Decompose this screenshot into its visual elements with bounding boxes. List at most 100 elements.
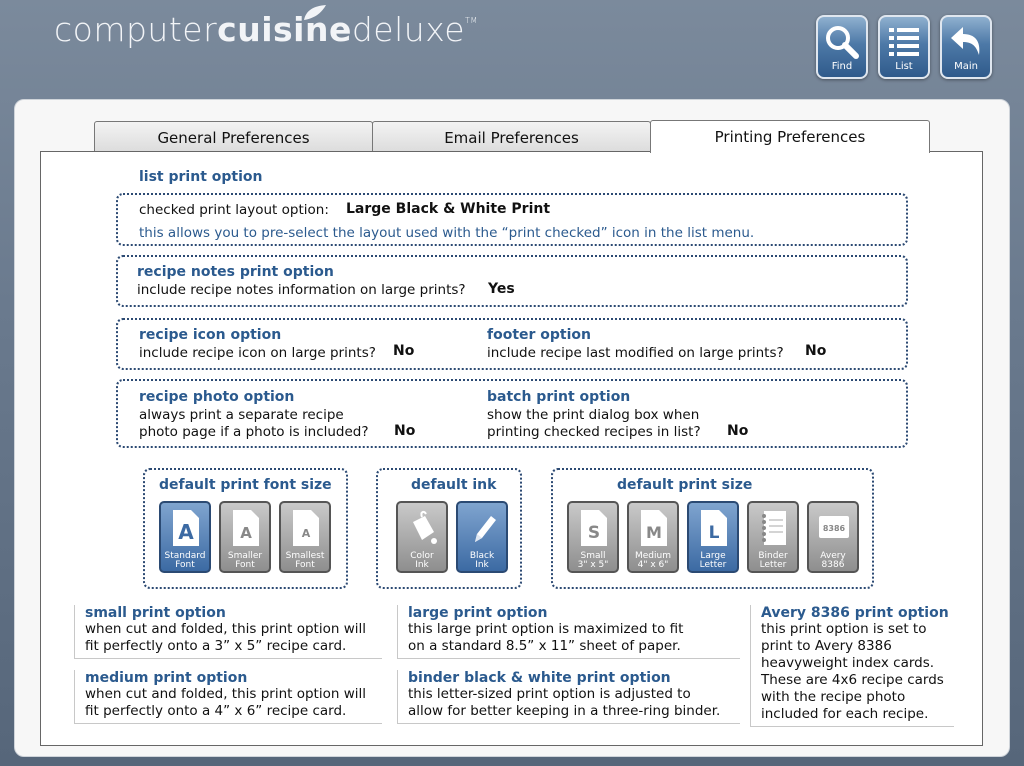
large-print-description-line: this large print option is maximized to … [408, 621, 684, 637]
black-ink-button[interactable]: Black Ink [456, 501, 508, 573]
medium-print-description-title: medium print option [85, 670, 248, 686]
checked-layout-value[interactable]: Large Black & White Print [346, 201, 550, 217]
avery-print-description-line: These are 4x6 recipe cards [761, 672, 944, 688]
black-ink-label2: Ink [475, 560, 489, 570]
recipe-notes-option-box: recipe notes print option include recipe… [116, 255, 908, 307]
binder-print-description-line: allow for better keeping in a three-ring… [408, 703, 721, 719]
avery-print-description-line: with the recipe photo [761, 689, 906, 705]
color-ink-label2: Ink [415, 560, 429, 570]
list-button[interactable]: List [878, 15, 930, 79]
print-size-title: default print size [617, 477, 753, 493]
binder-print-description-title: binder black & white print option [408, 670, 671, 686]
checked-layout-label: checked print layout option: [139, 202, 329, 218]
large-print-description-title: large print option [408, 605, 548, 621]
small-print-description-line: when cut and folded, this print option w… [85, 621, 367, 637]
recipe-icon-value[interactable]: No [393, 343, 414, 359]
small-print-description-line: fit perfectly onto a 3” x 5” recipe card… [85, 638, 347, 654]
print-size-medium-button[interactable]: M Medium 4" x 6" [627, 501, 679, 573]
recipe-photo-line1: always print a separate recipe [139, 407, 344, 423]
app-logo: computercuisinedeluxeTM [54, 5, 478, 54]
svg-text:A: A [178, 520, 194, 544]
logo-trademark: TM [465, 16, 478, 25]
medium-print-description: medium print option when cut and folded,… [74, 670, 382, 724]
tab-general-preferences[interactable]: General Preferences [94, 121, 373, 152]
checked-layout-note: this allows you to pre-select the layout… [139, 225, 755, 241]
icon-footer-option-box: recipe icon option include recipe icon o… [116, 318, 908, 370]
document-s-icon: S [581, 510, 607, 546]
recipe-photo-title: recipe photo option [139, 389, 295, 405]
font-size-standard-button[interactable]: A Standard Font [159, 501, 211, 573]
footer-option-title: footer option [487, 327, 592, 343]
ink-title: default ink [411, 477, 497, 493]
avery-print-description: Avery 8386 print option this print optio… [750, 605, 954, 727]
batch-print-title: batch print option [487, 389, 631, 405]
small-print-description-title: small print option [85, 605, 226, 621]
medium-print-description-line: fit perfectly onto a 4” x 6” recipe card… [85, 703, 347, 719]
printing-preferences-content: list print option checked print layout o… [40, 151, 983, 746]
recipe-photo-value[interactable]: No [394, 423, 415, 439]
print-size-large-button[interactable]: L Large Letter [687, 501, 739, 573]
color-ink-button[interactable]: Color Ink [396, 501, 448, 573]
paint-bucket-icon [413, 510, 437, 544]
index-card-icon: 8386 [819, 516, 849, 538]
list-print-option-title: list print option [139, 169, 263, 185]
list-icon [889, 28, 919, 56]
binder-print-description-line: this letter-sized print option is adjust… [408, 686, 691, 702]
print-size-binder-button[interactable]: Binder Letter [747, 501, 799, 573]
document-a-medium-icon: A [233, 510, 259, 546]
large-print-description: large print option this large print opti… [397, 605, 740, 659]
list-button-label: List [895, 61, 913, 72]
recipe-photo-line2: photo page if a photo is included? [139, 424, 369, 440]
pencil-icon [475, 516, 496, 542]
avery-print-description-title: Avery 8386 print option [761, 605, 949, 621]
document-l-icon: L [701, 510, 727, 546]
binder-notebook-icon [762, 511, 786, 545]
font-size-smaller-button[interactable]: A Smaller Font [219, 501, 271, 573]
photo-batch-option-box: recipe photo option always print a separ… [116, 379, 908, 448]
back-arrow-icon [951, 27, 980, 55]
batch-print-value[interactable]: No [727, 423, 748, 439]
font-size-smallest-label2: Font [295, 560, 315, 570]
font-size-title: default print font size [159, 477, 332, 493]
leaf-icon [304, 5, 326, 20]
print-size-large-label2: Letter [699, 560, 727, 570]
svg-text:M: M [646, 523, 662, 542]
document-m-icon: M [641, 510, 667, 546]
svg-text:L: L [709, 523, 720, 543]
small-print-description: small print option when cut and folded, … [74, 605, 382, 659]
find-button[interactable]: Find [816, 15, 868, 79]
tab-printing-preferences[interactable]: Printing Preferences [650, 120, 930, 153]
avery-print-description-line: included for each recipe. [761, 706, 929, 722]
footer-option-value[interactable]: No [805, 343, 826, 359]
ink-group: default ink Color Ink Black Ink [376, 468, 522, 589]
avery-print-description-line: this print option is set to [761, 621, 927, 637]
svg-text:A: A [302, 527, 311, 540]
font-size-smaller-label2: Font [235, 560, 255, 570]
font-size-standard-label2: Font [175, 560, 195, 570]
print-size-small-button[interactable]: S Small 3" x 5" [567, 501, 619, 573]
print-size-avery-button[interactable]: 8386 Avery 8386 [807, 501, 859, 573]
main-button[interactable]: Main [940, 15, 992, 79]
logo-text-computer: computer [54, 10, 218, 49]
logo-text-cuisine: cuisine [217, 10, 352, 49]
document-a-small-icon: A [293, 510, 319, 546]
recipe-notes-value[interactable]: Yes [488, 281, 515, 297]
list-print-option-box: checked print layout option: Large Black… [116, 193, 908, 246]
svg-text:8386: 8386 [823, 524, 846, 533]
recipe-notes-title: recipe notes print option [137, 264, 334, 280]
tab-email-preferences[interactable]: Email Preferences [372, 121, 651, 152]
recipe-icon-label: include recipe icon on large prints? [139, 345, 376, 361]
font-size-group: default print font size A Standard Font A… [143, 468, 348, 589]
find-button-label: Find [831, 61, 853, 72]
logo-text-deluxe: deluxe [351, 10, 466, 49]
font-size-smallest-button[interactable]: A Smallest Font [279, 501, 331, 573]
binder-print-description: binder black & white print option this l… [397, 670, 740, 724]
recipe-notes-label: include recipe notes information on larg… [137, 282, 466, 298]
batch-print-line2: printing checked recipes in list? [487, 424, 701, 440]
print-size-avery-label2: 8386 [821, 560, 845, 570]
main-button-label: Main [954, 61, 978, 72]
medium-print-description-line: when cut and folded, this print option w… [85, 686, 367, 702]
footer-option-label: include recipe last modified on large pr… [487, 345, 784, 361]
svg-text:A: A [240, 524, 252, 542]
batch-print-line1: show the print dialog box when [487, 407, 700, 423]
